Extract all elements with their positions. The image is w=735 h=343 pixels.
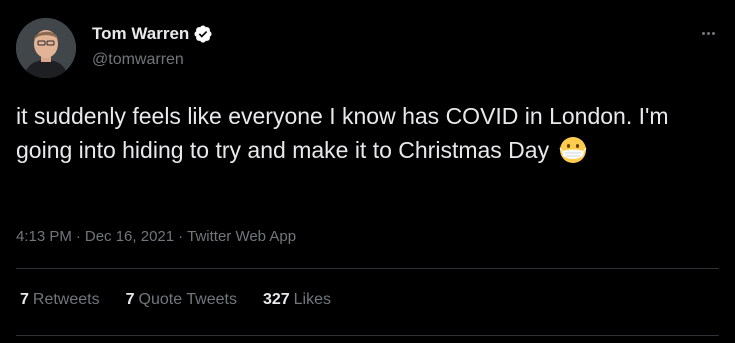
quote-tweets-count: 7 bbox=[125, 291, 135, 308]
retweets-count: 7 bbox=[20, 291, 29, 308]
tweet-source[interactable]: Twitter Web App bbox=[187, 228, 296, 245]
divider bbox=[16, 335, 719, 336]
divider bbox=[16, 268, 719, 269]
likes-stat[interactable]: 327 Likes bbox=[263, 291, 331, 309]
tweet-date[interactable]: Dec 16, 2021 bbox=[85, 228, 174, 245]
tweet-text-block: it suddenly feels like everyone I know h… bbox=[16, 99, 716, 173]
verified-badge-icon bbox=[193, 24, 213, 44]
display-name[interactable]: Tom Warren bbox=[92, 24, 189, 44]
retweets-stat[interactable]: 7 Retweets bbox=[20, 291, 100, 309]
avatar[interactable] bbox=[16, 18, 76, 78]
meta-separator: · bbox=[178, 228, 184, 245]
meta-separator: · bbox=[75, 228, 81, 245]
tweet-stats: 7 Retweets 7 Quote Tweets 327 Likes bbox=[20, 291, 331, 309]
user-name-row[interactable]: Tom Warren bbox=[92, 24, 213, 44]
likes-count: 327 bbox=[262, 291, 290, 308]
tweet-time[interactable]: 4:13 PM bbox=[16, 228, 72, 245]
avatar-image bbox=[16, 18, 76, 78]
more-options-icon[interactable] bbox=[695, 20, 721, 46]
user-handle[interactable]: @tomwarren bbox=[92, 51, 184, 69]
tweet-card: Tom Warren @tomwarren it suddenly feels … bbox=[0, 0, 735, 343]
retweets-label: Retweets bbox=[32, 291, 100, 308]
face-with-mask-icon bbox=[559, 136, 587, 173]
quote-tweets-stat[interactable]: 7 Quote Tweets bbox=[126, 291, 237, 309]
tweet-meta: 4:13 PM · Dec 16, 2021 · Twitter Web App bbox=[16, 228, 296, 245]
likes-label: Likes bbox=[293, 291, 332, 308]
quote-tweets-label: Quote Tweets bbox=[138, 291, 237, 308]
